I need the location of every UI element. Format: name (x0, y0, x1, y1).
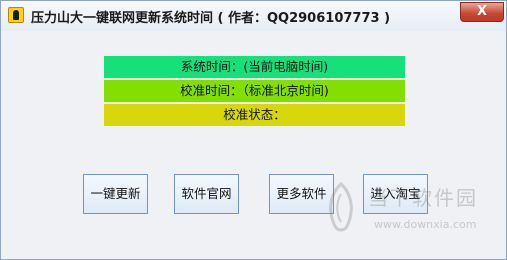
app-logo-icon (8, 7, 24, 23)
one-click-update-button[interactable]: 一键更新 (83, 174, 148, 214)
calibrated-time-display: 校准时间：（标准北京时间) (104, 80, 405, 102)
window-title: 压力山大一键联网更新系统时间 ( 作者：QQ2906107773 ) (31, 11, 391, 26)
official-site-button[interactable]: 软件官网 (174, 174, 239, 214)
app-window: 压力山大一键联网更新系统时间 ( 作者：QQ2906107773 ) X 系统时… (0, 0, 507, 260)
system-time-display: 系统时间：(当前电脑时间) (104, 56, 405, 78)
watermark: 当下软件园 www.downxia.com (316, 178, 506, 248)
close-button[interactable]: X (460, 2, 504, 22)
watermark-title: 当下软件园 (368, 186, 478, 210)
title-bar[interactable]: 压力山大一键联网更新系统时间 ( 作者：QQ2906107773 ) X (1, 1, 506, 31)
watermark-logo-icon (329, 181, 353, 232)
calibration-status-display: 校准状态： (104, 104, 405, 126)
watermark-url: www.downxia.com (374, 218, 477, 231)
